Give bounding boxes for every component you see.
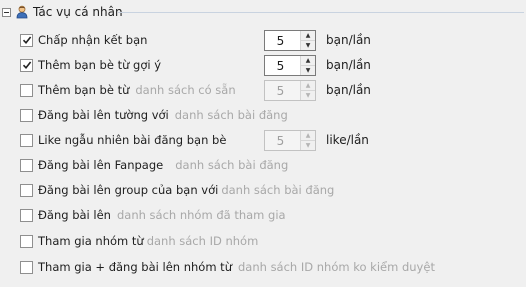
- unit-random-like: like/lần: [326, 133, 369, 147]
- row-accept-friends[interactable]: Chấp nhận kết bạn: [20, 31, 147, 49]
- label-join-groups: Tham gia nhóm từ: [38, 234, 144, 248]
- spin-random-like: 5 ▲ ▼: [264, 130, 316, 151]
- link-post-list[interactable]: danh sách bài đăng: [175, 158, 288, 172]
- spin-add-suggested[interactable]: 5 ▲ ▼: [264, 55, 316, 76]
- checkbox-post-joined-groups[interactable]: [20, 208, 33, 222]
- row-post-wall[interactable]: Đăng bài lên tường với danh sách bài đăn…: [20, 106, 288, 124]
- row-add-suggested[interactable]: Thêm bạn bè từ gợi ý: [20, 56, 161, 74]
- label-post-joined-groups: Đăng bài lên: [38, 208, 111, 222]
- spin-up-icon: ▲: [301, 131, 315, 141]
- spin-accept-friends[interactable]: 5 ▲ ▼: [264, 30, 316, 51]
- spin-up-icon[interactable]: ▲: [301, 56, 315, 66]
- row-join-and-post[interactable]: Tham gia + đăng bài lên nhóm từ danh sác…: [20, 258, 435, 276]
- link-post-list[interactable]: danh sách bài đăng: [175, 108, 288, 122]
- spin-down-icon: ▼: [301, 141, 315, 150]
- row-post-joined-groups[interactable]: Đăng bài lên danh sách nhóm đã tham gia: [20, 206, 286, 224]
- spin-value: 5: [276, 83, 285, 98]
- link-joined-groups[interactable]: danh sách nhóm đã tham gia: [117, 208, 286, 222]
- checkbox-join-groups[interactable]: [20, 234, 33, 248]
- checkbox-random-like[interactable]: [20, 133, 33, 147]
- spin-up-icon: ▲: [301, 81, 315, 91]
- label-add-suggested: Thêm bạn bè từ gợi ý: [38, 58, 162, 72]
- spin-down-icon: ▼: [301, 91, 315, 100]
- label-post-wall: Đăng bài lên tường với: [38, 108, 169, 122]
- link-unmoderated-group-ids[interactable]: danh sách ID nhóm ko kiểm duyệt: [238, 260, 435, 274]
- check-icon: [22, 61, 31, 70]
- checkbox-join-and-post[interactable]: [20, 260, 33, 274]
- row-random-like[interactable]: Like ngẫu nhiên bài đăng bạn bè: [20, 131, 226, 149]
- row-add-from-list[interactable]: Thêm bạn bè từ danh sách có sẵn: [20, 81, 236, 99]
- group-title: Tác vụ cá nhân: [33, 5, 123, 19]
- row-join-groups[interactable]: Tham gia nhóm từ danh sách ID nhóm: [20, 232, 258, 250]
- spin-down-icon[interactable]: ▼: [301, 41, 315, 50]
- label-post-friend-group: Đăng bài lên group của bạn với: [38, 183, 219, 197]
- checkbox-accept-friends[interactable]: [20, 33, 33, 47]
- spin-down-icon[interactable]: ▼: [301, 66, 315, 75]
- spin-add-from-list: 5 ▲ ▼: [264, 80, 316, 101]
- checkbox-post-friend-group[interactable]: [20, 183, 33, 197]
- link-existing-list[interactable]: danh sách có sẵn: [135, 83, 235, 97]
- unit-add-from-list: bạn/lần: [326, 83, 371, 97]
- group-divider: [118, 12, 524, 13]
- spin-value: 5: [276, 133, 285, 148]
- unit-add-suggested: bạn/lần: [326, 58, 371, 72]
- link-post-list[interactable]: danh sách bài đăng: [221, 183, 334, 197]
- label-random-like: Like ngẫu nhiên bài đăng bạn bè: [38, 133, 227, 147]
- label-add-from-list: Thêm bạn bè từ: [38, 83, 130, 97]
- checkbox-post-fanpage[interactable]: [20, 158, 33, 172]
- row-post-fanpage[interactable]: Đăng bài lên Fanpage danh sách bài đăng: [20, 156, 288, 174]
- collapse-button[interactable]: [2, 7, 11, 17]
- check-icon: [22, 36, 31, 45]
- checkbox-add-from-list[interactable]: [20, 83, 33, 97]
- checkbox-post-wall[interactable]: [20, 108, 33, 122]
- row-post-friend-group[interactable]: Đăng bài lên group của bạn với danh sách…: [20, 181, 334, 199]
- link-group-id-list[interactable]: danh sách ID nhóm: [147, 234, 259, 248]
- spin-value: 5: [276, 33, 285, 48]
- spin-value: 5: [276, 58, 285, 73]
- spin-up-icon[interactable]: ▲: [301, 31, 315, 41]
- label-post-fanpage: Đăng bài lên Fanpage: [38, 158, 164, 172]
- group-header: Tác vụ cá nhân: [2, 3, 123, 21]
- label-accept-friends: Chấp nhận kết bạn: [38, 33, 148, 47]
- unit-accept-friends: bạn/lần: [326, 33, 371, 47]
- user-icon: [16, 5, 28, 19]
- label-join-and-post: Tham gia + đăng bài lên nhóm từ: [38, 260, 232, 274]
- checkbox-add-suggested[interactable]: [20, 58, 33, 72]
